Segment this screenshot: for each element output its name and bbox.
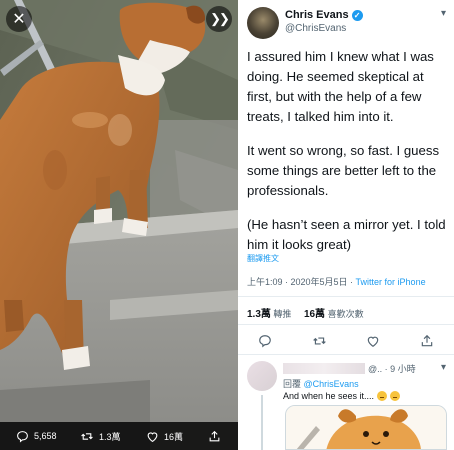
tweet-stats: 1.3萬 轉推 16萬 喜歡次數	[247, 305, 364, 320]
tweet-paragraph: It went so wrong, so fast. I guess some …	[247, 143, 440, 198]
author-name: Chris Evans	[285, 9, 349, 21]
author-name-row[interactable]: Chris Evans ✓	[285, 9, 363, 21]
replying-to-label: 回覆	[283, 379, 304, 389]
replying-to: 回覆 @ChrisEvans	[283, 377, 359, 390]
tweet-menu-chevron-down-icon[interactable]: ▾	[441, 8, 446, 19]
divider	[238, 296, 454, 297]
media-reply-count: 5,658	[34, 431, 57, 441]
media-reply-button[interactable]: 5,658	[16, 430, 57, 443]
verified-badge-icon: ✓	[351, 9, 363, 21]
share-icon[interactable]	[420, 334, 434, 348]
close-button[interactable]: ✕	[6, 6, 32, 32]
media-action-bar: 5,658 1.3萬 16萬	[0, 422, 238, 450]
reply-menu-chevron-down-icon[interactable]: ▾	[441, 362, 446, 373]
tweet-paragraph: I assured him I knew what I was doing. H…	[247, 49, 434, 124]
tweet-actions	[238, 330, 454, 352]
reply-author-redacted	[283, 363, 365, 374]
tweet-text: I assured him I knew what I was doing. H…	[247, 47, 452, 269]
media-retweet-count: 1.3萬	[99, 431, 121, 442]
translate-tweet-link[interactable]: 翻譯推文	[247, 253, 279, 264]
thread-line	[261, 395, 263, 450]
media-like-count: 16萬	[164, 431, 184, 442]
confused-face-emoji-icon	[390, 391, 401, 401]
retweet-icon[interactable]	[312, 334, 327, 348]
retweets-count[interactable]: 1.3萬	[247, 309, 271, 320]
dog-photo	[0, 0, 238, 450]
cartoon-dog-image	[286, 406, 446, 449]
media-retweet-button[interactable]: 1.3萬	[80, 430, 121, 443]
likes-label[interactable]: 喜歡次數	[325, 309, 364, 319]
chevrons-right-icon: ❯❯	[210, 11, 230, 26]
tweet-timestamp: 上午1:09 · 2020年5月5日 · Twitter for iPhone	[247, 275, 426, 288]
like-icon[interactable]	[366, 334, 380, 348]
tweet-source[interactable]: Twitter for iPhone	[356, 277, 426, 287]
author-avatar[interactable]	[247, 7, 279, 39]
media-viewer[interactable]: ✕ ❯❯ 5,658 1.3萬 16萬	[0, 0, 238, 450]
share-icon	[209, 430, 220, 441]
likes-count[interactable]: 16萬	[304, 309, 325, 320]
tweet-panel: Chris Evans ✓ @ChrisEvans ▾ I assured hi…	[238, 0, 454, 450]
reply-icon	[17, 430, 28, 443]
reply-meta: @.. · 9 小時	[368, 364, 416, 374]
reply-avatar[interactable]	[247, 361, 277, 391]
reply-text: And when he sees it....	[283, 391, 401, 401]
divider	[238, 324, 454, 325]
next-media-button[interactable]: ❯❯	[206, 6, 232, 32]
replying-to-handle[interactable]: @ChrisEvans	[304, 379, 359, 389]
tweet-time[interactable]: 上午1:09 · 2020年5月5日 ·	[247, 277, 356, 287]
reply-tweet[interactable]: @.. · 9 小時 ▾ 回覆 @ChrisEvans And when he …	[238, 355, 454, 450]
worried-face-emoji-icon	[377, 391, 388, 401]
media-like-button[interactable]: 16萬	[146, 430, 183, 443]
close-icon: ✕	[12, 11, 26, 28]
tweet-paragraph: (He hasn’t seen a mirror yet. I told him…	[247, 217, 446, 252]
reply-text-content: And when he sees it....	[283, 391, 375, 401]
reply-icon[interactable]	[258, 334, 272, 348]
reply-media-card[interactable]	[285, 405, 447, 450]
media-share-button[interactable]	[208, 430, 221, 443]
retweets-label[interactable]: 轉推	[271, 309, 291, 319]
like-icon	[147, 431, 158, 442]
author-handle[interactable]: @ChrisEvans	[285, 23, 346, 34]
retweet-icon	[81, 432, 93, 440]
